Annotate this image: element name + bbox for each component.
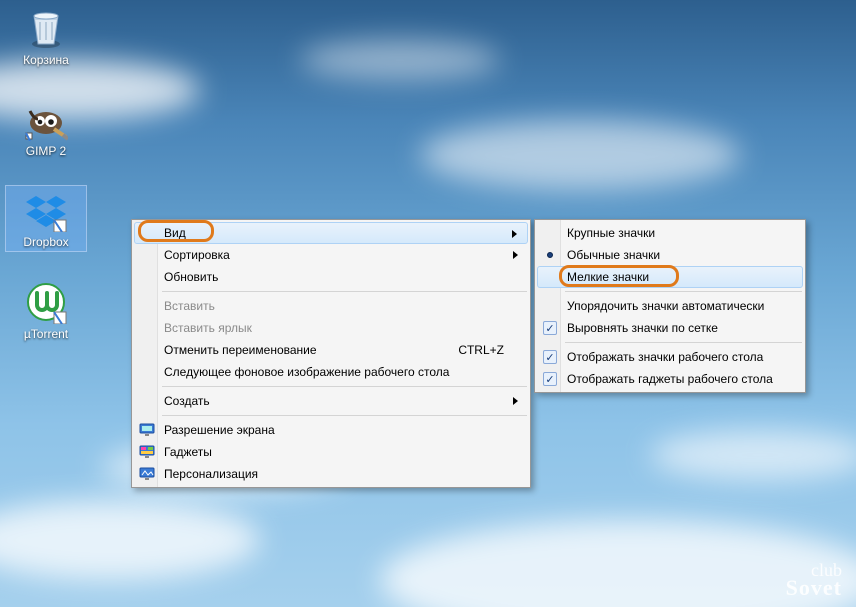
menu-item-label: Вставить: [164, 299, 215, 313]
menu-item-label: Обычные значки: [567, 248, 660, 262]
submenu-item-show-gadgets[interactable]: ✓ Отображать гаджеты рабочего стола: [537, 368, 803, 390]
radio-selected-icon: [542, 247, 558, 263]
menu-item-label: Персонализация: [164, 467, 258, 481]
check-icon: ✓: [542, 371, 558, 387]
desktop-icon-label: Dropbox: [6, 235, 86, 249]
menu-item-next-background[interactable]: Следующее фоновое изображение рабочего с…: [134, 361, 528, 383]
gadgets-icon: [139, 444, 155, 460]
menu-item-refresh[interactable]: Обновить: [134, 266, 528, 288]
menu-item-sort[interactable]: Сортировка: [134, 244, 528, 266]
menu-item-label: Гаджеты: [164, 445, 212, 459]
gimp-icon: [24, 97, 68, 141]
menu-item-label: Вид: [164, 226, 186, 240]
desktop-icon-gimp[interactable]: GIMP 2: [6, 97, 86, 158]
menu-item-label: Следующее фоновое изображение рабочего с…: [164, 365, 449, 379]
menu-item-label: Отображать гаджеты рабочего стола: [567, 372, 773, 386]
desktop-icon-utorrent[interactable]: µTorrent: [6, 280, 86, 341]
menu-item-label: Мелкие значки: [567, 270, 649, 284]
menu-separator: [565, 342, 802, 343]
menu-item-shortcut: CTRL+Z: [458, 343, 504, 357]
desktop-context-menu[interactable]: Вид Сортировка Обновить Вставить Вставит…: [131, 219, 531, 488]
submenu-arrow-icon: [513, 251, 518, 259]
view-submenu[interactable]: Крупные значки Обычные значки Мелкие зна…: [534, 219, 806, 393]
dropbox-icon: [24, 188, 68, 232]
submenu-arrow-icon: [512, 230, 517, 238]
menu-separator: [162, 291, 527, 292]
menu-item-label: Выровнять значки по сетке: [567, 321, 718, 335]
check-icon: ✓: [542, 349, 558, 365]
desktop-icon-label: GIMP 2: [6, 144, 86, 158]
submenu-item-show-desktop-icons[interactable]: ✓ Отображать значки рабочего стола: [537, 346, 803, 368]
menu-separator: [162, 386, 527, 387]
submenu-item-align-grid[interactable]: ✓ Выровнять значки по сетке: [537, 317, 803, 339]
menu-item-undo-rename[interactable]: Отменить переименование CTRL+Z: [134, 339, 528, 361]
menu-item-personalize[interactable]: Персонализация: [134, 463, 528, 485]
menu-item-label: Упорядочить значки автоматически: [567, 299, 764, 313]
menu-item-label: Сортировка: [164, 248, 230, 262]
menu-item-view[interactable]: Вид: [134, 222, 528, 244]
utorrent-icon: [24, 280, 68, 324]
desktop-icon-recycle-bin[interactable]: Корзина: [6, 6, 86, 67]
menu-item-paste-shortcut: Вставить ярлык: [134, 317, 528, 339]
menu-item-label: Крупные значки: [567, 226, 655, 240]
submenu-arrow-icon: [513, 397, 518, 405]
desktop[interactable]: Корзина GIMP 2 Dropbox: [0, 0, 856, 607]
menu-separator: [565, 291, 802, 292]
submenu-item-auto-arrange[interactable]: Упорядочить значки автоматически: [537, 295, 803, 317]
desktop-icon-label: Корзина: [6, 53, 86, 67]
menu-item-label: Создать: [164, 394, 210, 408]
submenu-item-large-icons[interactable]: Крупные значки: [537, 222, 803, 244]
desktop-icon-label: µTorrent: [6, 327, 86, 341]
personalize-icon: [139, 466, 155, 482]
menu-item-new[interactable]: Создать: [134, 390, 528, 412]
menu-item-gadgets[interactable]: Гаджеты: [134, 441, 528, 463]
watermark: club Sovet: [786, 561, 842, 597]
menu-item-label: Вставить ярлык: [164, 321, 252, 335]
menu-item-label: Отображать значки рабочего стола: [567, 350, 763, 364]
desktop-icon-dropbox[interactable]: Dropbox: [6, 186, 86, 251]
menu-item-label: Отменить переименование: [164, 343, 317, 357]
menu-item-screen-resolution[interactable]: Разрешение экрана: [134, 419, 528, 441]
menu-item-label: Обновить: [164, 270, 218, 284]
menu-separator: [162, 415, 527, 416]
recycle-bin-icon: [24, 6, 68, 50]
submenu-item-small-icons[interactable]: Мелкие значки: [537, 266, 803, 288]
submenu-item-medium-icons[interactable]: Обычные значки: [537, 244, 803, 266]
check-icon: ✓: [542, 320, 558, 336]
menu-item-label: Разрешение экрана: [164, 423, 275, 437]
monitor-icon: [139, 422, 155, 438]
menu-item-paste: Вставить: [134, 295, 528, 317]
